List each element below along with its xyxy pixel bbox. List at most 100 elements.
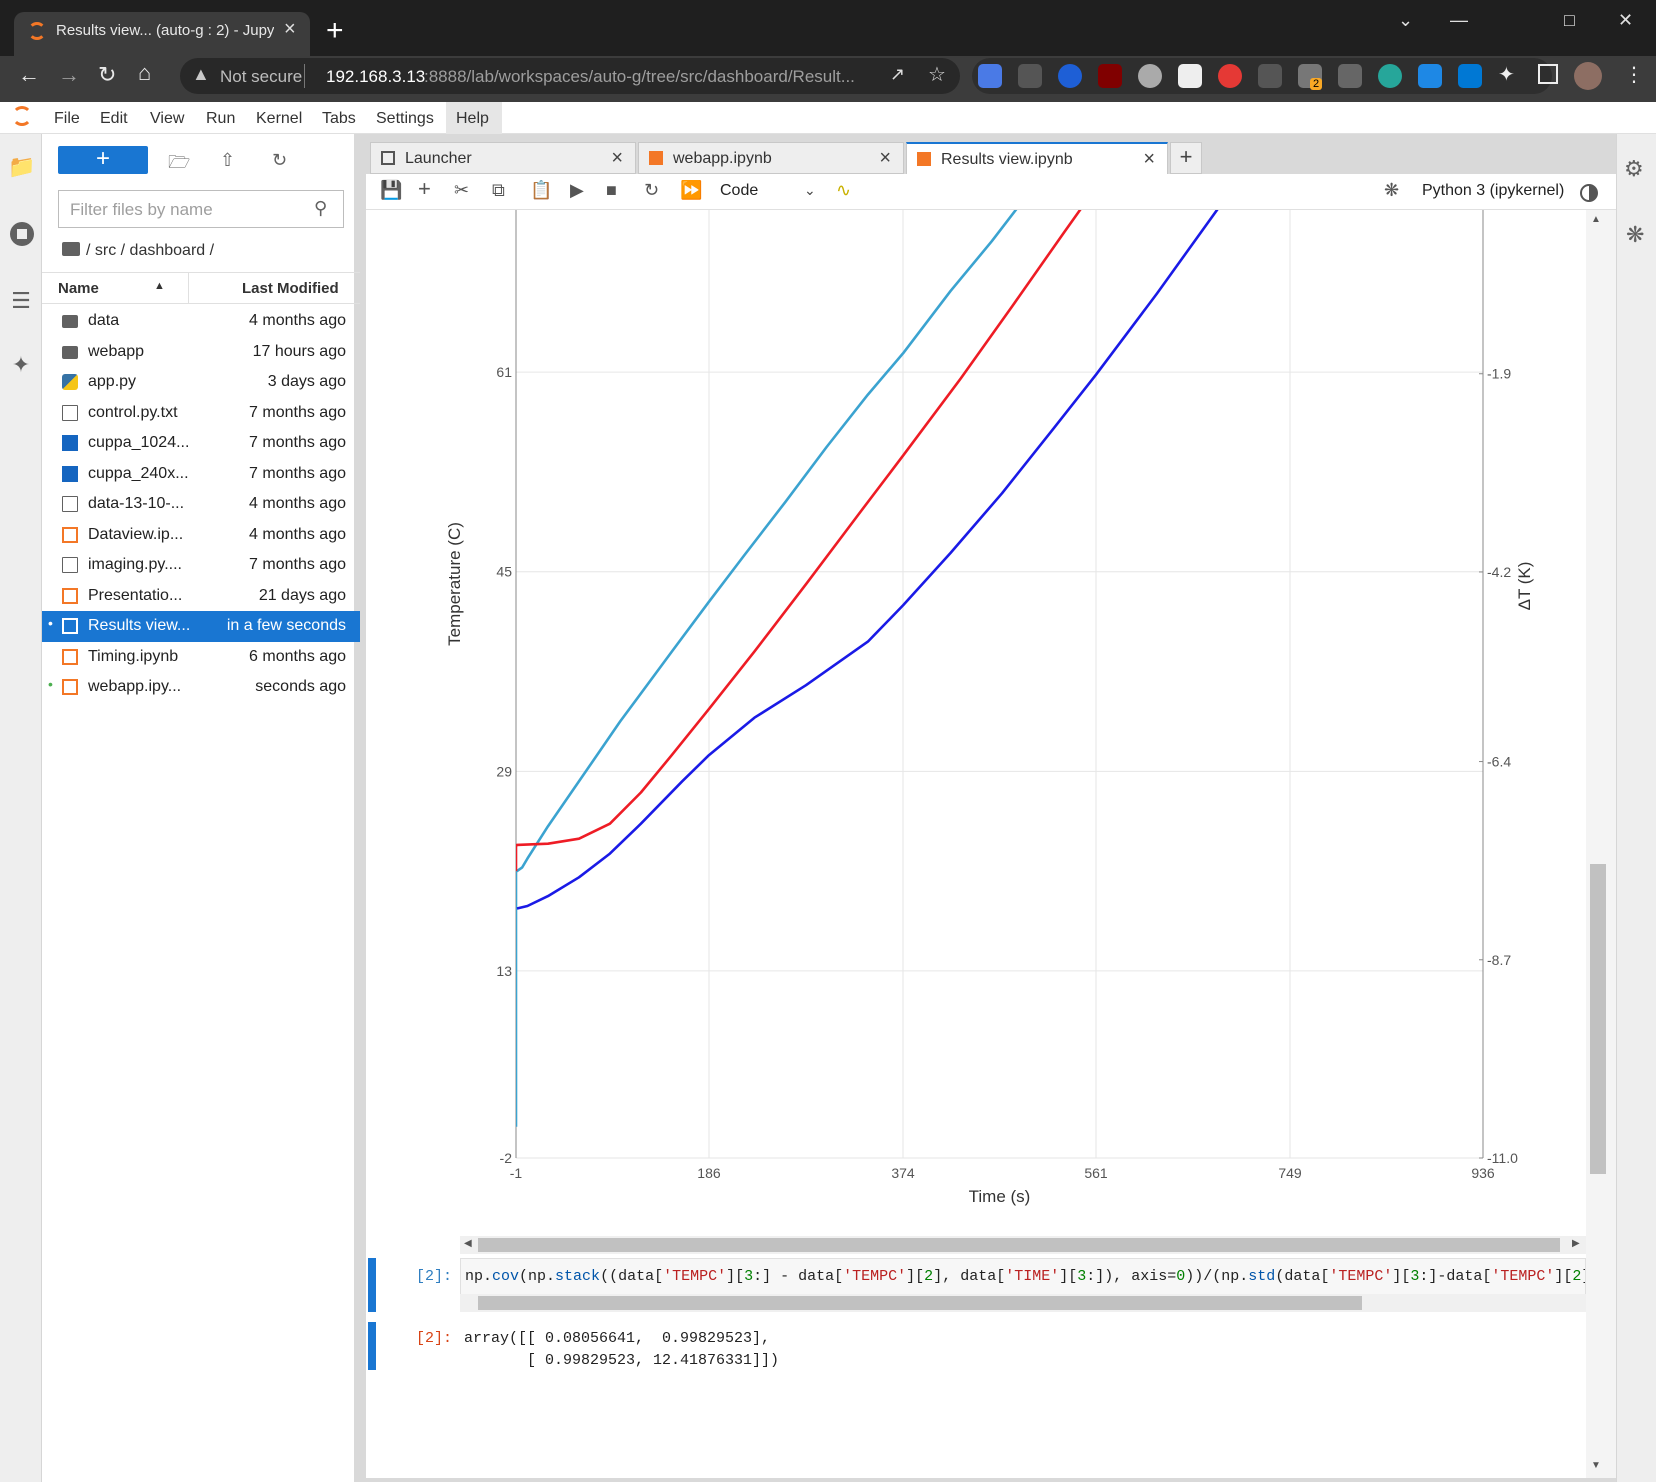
file-row[interactable]: cuppa_240x... 7 months ago	[42, 459, 360, 490]
scroll-down-icon[interactable]: ▼	[1591, 1460, 1601, 1471]
save-icon[interactable]: 💾	[380, 180, 402, 201]
trash-extension-icon[interactable]	[1338, 64, 1362, 88]
add-tab-icon[interactable]: +	[1170, 142, 1202, 174]
glasses-extension-icon[interactable]	[1138, 64, 1162, 88]
warning-icon[interactable]: ▲	[192, 64, 210, 85]
arrow-extension-icon[interactable]	[1258, 64, 1282, 88]
scrollbar-thumb[interactable]	[478, 1238, 1560, 1252]
file-row[interactable]: app.py 3 days ago	[42, 367, 360, 398]
script-extension-icon[interactable]	[1018, 64, 1042, 88]
azure-extension-icon[interactable]	[1458, 64, 1482, 88]
close-icon[interactable]: ×	[879, 147, 891, 170]
property-inspector-icon[interactable]: ⚙	[1624, 156, 1644, 182]
cut-icon[interactable]: ✂	[454, 180, 469, 201]
execution-time-icon[interactable]: ∿	[836, 180, 851, 201]
chevron-down-icon[interactable]: ⌄	[804, 182, 816, 199]
restart-run-all-icon[interactable]: ⏩	[680, 180, 702, 201]
close-icon[interactable]: ×	[611, 147, 623, 170]
file-row[interactable]: data-13-10-... 4 months ago	[42, 489, 360, 520]
file-row[interactable]: cuppa_1024... 7 months ago	[42, 428, 360, 459]
cell-type-select[interactable]: Code	[720, 182, 758, 200]
menu-view[interactable]: View	[150, 110, 184, 128]
new-launcher-button[interactable]: +	[58, 146, 148, 174]
vertical-scrollbar[interactable]	[1586, 210, 1616, 1478]
tab-results-view[interactable]: Results view.ipynb ×	[906, 142, 1168, 175]
column-modified-header[interactable]: Last Modified	[242, 280, 339, 297]
scrollbar-thumb[interactable]	[1590, 864, 1606, 1174]
shield-extension-icon[interactable]	[1058, 64, 1082, 88]
bookmark-star-icon[interactable]: ☆	[928, 62, 946, 87]
file-row[interactable]: Timing.ipynb 6 months ago	[42, 642, 360, 673]
pdf-extension-icon[interactable]	[1218, 64, 1242, 88]
translate-extension-icon[interactable]	[978, 64, 1002, 88]
column-name-header[interactable]: Name	[58, 280, 99, 297]
download-extension-icon[interactable]	[1418, 64, 1442, 88]
file-modified: 4 months ago	[249, 312, 346, 329]
menu-tabs[interactable]: Tabs	[322, 110, 356, 128]
share-icon[interactable]: ↗	[890, 64, 905, 85]
new-folder-icon[interactable]: 🗁	[168, 150, 190, 180]
kebab-menu-icon[interactable]: ⋮	[1624, 62, 1644, 87]
chevron-down-icon[interactable]: ⌄	[1398, 10, 1413, 31]
menu-file[interactable]: File	[54, 110, 80, 128]
scrollbar-thumb[interactable]	[478, 1296, 1362, 1310]
back-icon[interactable]: ←	[18, 62, 40, 88]
file-row[interactable]: Presentatio... 21 days ago	[42, 581, 360, 612]
ublock-extension-icon[interactable]	[1098, 64, 1122, 88]
run-icon[interactable]: ▶	[570, 180, 584, 201]
menu-kernel[interactable]: Kernel	[256, 110, 302, 128]
sort-ascending-icon[interactable]: ▲	[154, 280, 165, 292]
scroll-up-icon[interactable]: ▲	[1591, 214, 1601, 225]
maximize-icon[interactable]: □	[1564, 10, 1575, 31]
interrupt-icon[interactable]: ■	[606, 180, 617, 201]
extension-manager-icon[interactable]: ✦	[8, 352, 34, 378]
sidepanel-icon[interactable]	[1538, 64, 1558, 84]
menu-edit[interactable]: Edit	[100, 110, 128, 128]
folder-icon[interactable]: 📁	[8, 154, 35, 180]
refresh-icon[interactable]: ↻	[272, 150, 287, 171]
table-of-contents-icon[interactable]: ☰	[8, 288, 34, 314]
file-row[interactable]: webapp 17 hours ago	[42, 337, 360, 368]
output-selection-bar[interactable]	[368, 1322, 376, 1370]
close-window-icon[interactable]: ✕	[1618, 10, 1633, 31]
home-icon[interactable]: ⌂	[138, 60, 151, 86]
breadcrumb[interactable]: / src / dashboard /	[86, 242, 214, 260]
security-status[interactable]: Not secure	[220, 67, 302, 87]
kernel-name[interactable]: Python 3 (ipykernel)	[1422, 182, 1564, 200]
menu-help[interactable]: Help	[456, 110, 489, 128]
file-row[interactable]: imaging.py.... 7 months ago	[42, 550, 360, 581]
scroll-right-icon[interactable]: ▶	[1572, 1238, 1580, 1249]
copy-icon[interactable]: ⧉	[492, 180, 505, 201]
file-row[interactable]: data 4 months ago	[42, 306, 360, 337]
paste-icon[interactable]: 📋	[530, 180, 552, 201]
new-tab-icon[interactable]: +	[326, 14, 344, 48]
sync-extension-icon[interactable]	[1378, 64, 1402, 88]
puzzle-icon[interactable]: ✦	[1498, 62, 1515, 87]
upload-icon[interactable]: ⇧	[220, 150, 235, 171]
url-path[interactable]: :8888/lab/workspaces/auto-g/tree/src/das…	[424, 67, 855, 87]
insert-cell-icon[interactable]: +	[418, 176, 431, 202]
menu-settings[interactable]: Settings	[376, 110, 434, 128]
close-icon[interactable]: ×	[1143, 148, 1155, 171]
window-extension-icon[interactable]	[1178, 64, 1202, 88]
debugger-icon[interactable]: ❋	[1626, 222, 1644, 248]
restart-icon[interactable]: ↻	[644, 180, 659, 201]
reload-icon[interactable]: ↻	[98, 62, 116, 88]
file-row[interactable]: • Results view... in a few seconds	[42, 611, 360, 642]
file-row[interactable]: • webapp.ipy... seconds ago	[42, 672, 360, 703]
url-host[interactable]: 192.168.3.13	[326, 67, 425, 87]
forward-icon[interactable]: →	[58, 62, 80, 88]
close-tab-icon[interactable]: ×	[284, 18, 296, 41]
cell-selection-bar[interactable]	[368, 1258, 376, 1312]
file-modified: 21 days ago	[258, 586, 346, 604]
minimize-icon[interactable]: —	[1450, 10, 1468, 31]
scroll-left-icon[interactable]: ◀	[464, 1238, 472, 1249]
tab-launcher[interactable]: Launcher ×	[370, 142, 636, 174]
debugger-bug-icon[interactable]: ❋	[1384, 180, 1399, 201]
breadcrumb-folder-icon[interactable]	[62, 242, 80, 256]
file-row[interactable]: Dataview.ip... 4 months ago	[42, 520, 360, 551]
tab-webapp[interactable]: webapp.ipynb ×	[638, 142, 904, 174]
avatar[interactable]	[1574, 62, 1602, 90]
menu-run[interactable]: Run	[206, 110, 235, 128]
file-row[interactable]: control.py.txt 7 months ago	[42, 398, 360, 429]
